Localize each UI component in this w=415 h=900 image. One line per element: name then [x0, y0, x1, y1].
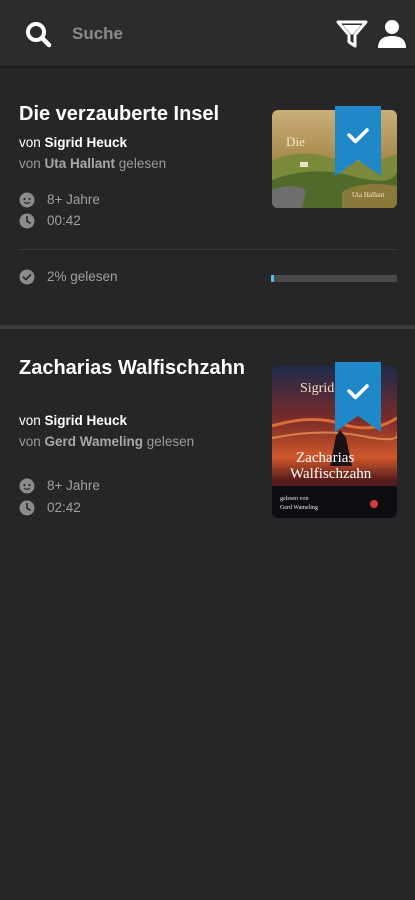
duration-text: 00:42: [47, 213, 81, 228]
filter-icon[interactable]: [336, 18, 368, 50]
duration-text: 02:42: [47, 500, 81, 515]
author-line: von Sigrid Heuck: [19, 134, 127, 152]
progress-row: 2% gelesen: [19, 268, 397, 286]
author-prefix: von: [19, 135, 45, 150]
check-circle-icon: [19, 269, 35, 285]
age-text: 8+ Jahre: [47, 478, 100, 493]
svg-text:Zacharias: Zacharias: [296, 450, 354, 466]
svg-text:Walfischzahn: Walfischzahn: [290, 466, 372, 482]
book-title: Die verzauberte Insel: [19, 103, 220, 125]
bookmark-icon[interactable]: [335, 106, 381, 176]
reader-suffix: gelesen: [115, 156, 167, 171]
divider: [19, 249, 397, 250]
reader-line: von Uta Hallant gelesen: [19, 155, 166, 173]
book-card[interactable]: Zacharias Walfischzahn von Sigrid Heuck …: [0, 330, 415, 570]
age-text: 8+ Jahre: [47, 192, 100, 207]
author-name: Sigrid Heuck: [44, 413, 128, 428]
progress-bar-fill: [271, 275, 274, 282]
top-bar: Suche: [0, 0, 415, 66]
clock-icon: [19, 213, 35, 229]
progress-bar: [271, 275, 397, 282]
svg-text:Uta Hallant: Uta Hallant: [352, 191, 385, 199]
progress-text: 2% gelesen: [47, 269, 118, 284]
svg-text:Die: Die: [286, 134, 305, 149]
book-title: Zacharias Walfischzahn: [19, 357, 245, 379]
book-card[interactable]: Die verzauberte Insel von Sigrid Heuck v…: [0, 66, 415, 326]
svg-text:gelesen von: gelesen von: [280, 496, 309, 502]
reader-line: von Gerd Wameling gelesen: [19, 433, 194, 451]
search-icon[interactable]: [24, 20, 52, 48]
reader-name: Uta Hallant: [44, 156, 116, 171]
search-input[interactable]: Suche: [72, 22, 312, 46]
reader-suffix: gelesen: [143, 434, 195, 449]
reader-prefix: von: [19, 156, 45, 171]
section-divider: [0, 325, 415, 329]
child-face-icon: [19, 192, 35, 208]
bookmark-icon[interactable]: [335, 362, 381, 432]
reader-name: Gerd Wameling: [44, 434, 144, 449]
child-face-icon: [19, 478, 35, 494]
author-prefix: von: [19, 413, 45, 428]
author-line: von Sigrid Heuck: [19, 412, 127, 430]
author-name: Sigrid Heuck: [44, 135, 128, 150]
app: Suche Die verzauberte Insel von Sigrid H…: [0, 0, 415, 900]
user-icon[interactable]: [376, 18, 408, 50]
svg-text:Gerd Wameling: Gerd Wameling: [280, 505, 318, 511]
clock-icon: [19, 500, 35, 516]
reader-prefix: von: [19, 434, 45, 449]
svg-text:Sigrid: Sigrid: [300, 381, 334, 396]
